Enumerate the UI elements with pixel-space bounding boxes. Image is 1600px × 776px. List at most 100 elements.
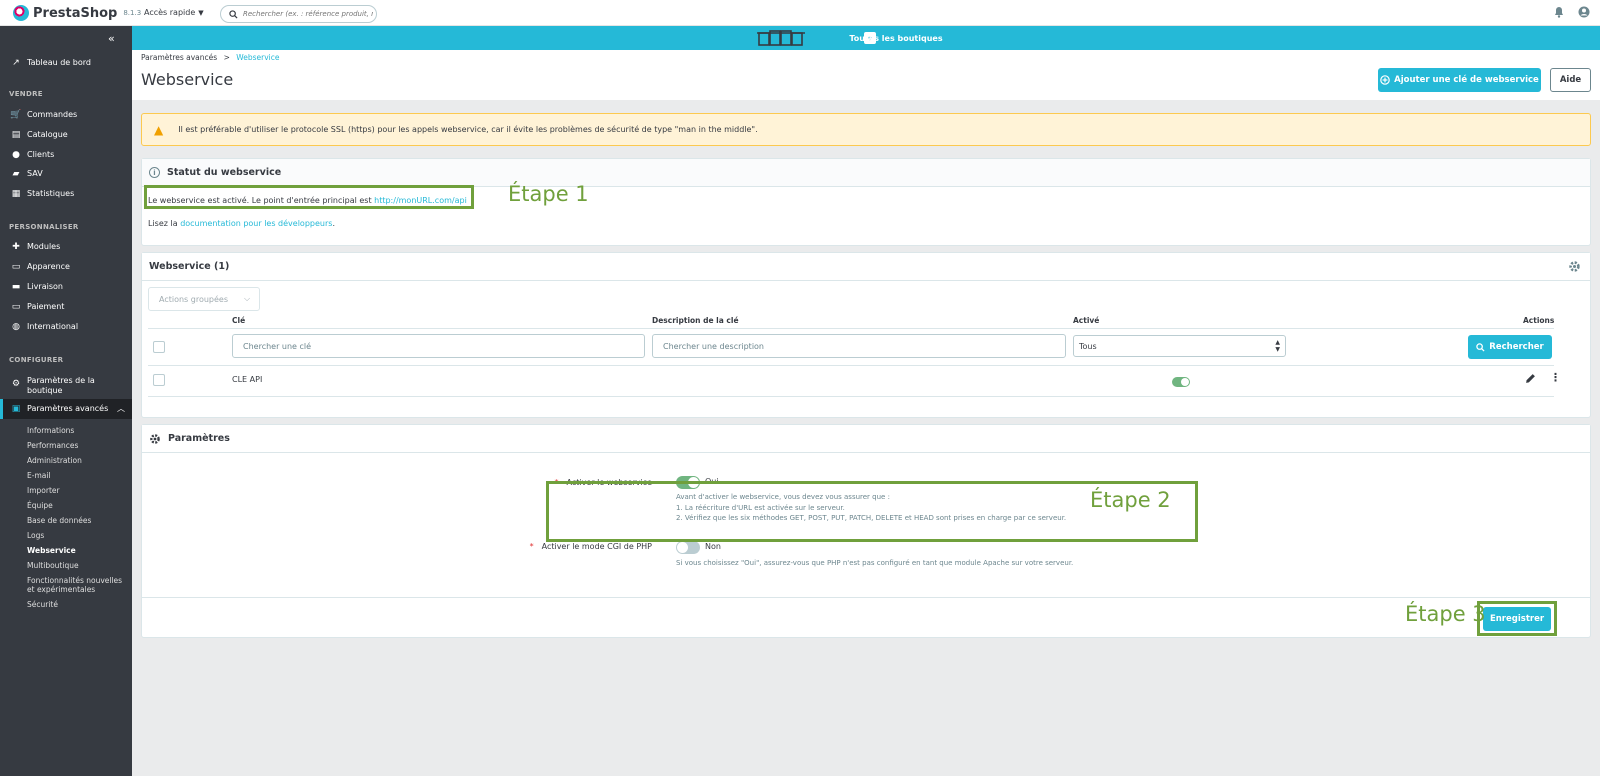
php-cgi-switch[interactable]	[676, 541, 700, 554]
filter-active-select[interactable]: Tous ▲ ▼	[1073, 335, 1286, 357]
warning-icon: ▲	[154, 122, 164, 137]
desktop-icon: ▭	[11, 262, 21, 272]
row-checkbox[interactable]	[153, 374, 165, 386]
sidebar-item-customer-service[interactable]: ▰ SAV	[10, 169, 130, 179]
sidebar-sub-team[interactable]: Équipe	[27, 501, 127, 510]
php-cgi-value: Non	[705, 542, 721, 551]
switch-knob	[677, 542, 688, 553]
puzzle-icon: ✚	[12, 242, 20, 252]
sidebar-sub-informations[interactable]: Informations	[27, 426, 127, 435]
column-header-active[interactable]: Activé	[1073, 316, 1099, 325]
sidebar-sub-logs[interactable]: Logs	[27, 531, 127, 540]
sidebar-section-sell: VENDRE	[9, 90, 43, 98]
search-icon	[1476, 342, 1485, 352]
card-header: i Statut du webservice	[142, 159, 1590, 187]
sidebar-item-customers[interactable]: ● Clients	[10, 150, 130, 160]
search-button[interactable]: Rechercher	[1468, 335, 1552, 359]
add-webservice-key-label: Ajouter une clé de webservice	[1394, 75, 1539, 85]
help-button[interactable]: Aide	[1550, 68, 1591, 92]
sidebar-sub-administration[interactable]: Administration	[27, 456, 127, 465]
search-box[interactable]	[220, 5, 377, 23]
sidebar-item-dashboard[interactable]: ↗ Tableau de bord	[10, 58, 130, 68]
user-account-icon[interactable]	[1578, 6, 1590, 18]
column-header-actions: Actions	[1523, 316, 1555, 325]
account-circle-icon: ●	[12, 150, 20, 160]
sidebar-sub-database[interactable]: Base de données	[27, 516, 127, 525]
search-button-label: Rechercher	[1489, 342, 1544, 352]
sidebar-item-catalog[interactable]: ▤ Catalogue	[10, 130, 130, 140]
sidebar-item-label: International	[27, 322, 79, 331]
select-all-checkbox[interactable]	[153, 341, 165, 353]
filter-description-input[interactable]: Chercher une description	[652, 334, 1066, 358]
caret-down-icon: ▼	[198, 9, 204, 17]
gear-icon[interactable]	[1568, 260, 1581, 273]
row-active-toggle[interactable]	[1172, 377, 1190, 387]
docs-text: Lisez la	[148, 219, 181, 228]
breadcrumb-current[interactable]: Webservice	[236, 53, 279, 62]
webservice-list-card: Webservice (1) Actions groupées ⌵ Clé Des…	[141, 252, 1591, 418]
shop-context-label: Toutes les boutiques	[849, 33, 943, 43]
sidebar-item-modules[interactable]: ✚ Modules	[10, 242, 130, 252]
sidebar-sub-multistore[interactable]: Multiboutique	[27, 561, 127, 570]
php-cgi-help: Si vous choisissez "Oui", assurez-vous q…	[676, 559, 1074, 567]
filter-key-input[interactable]: Chercher une clé	[232, 334, 645, 358]
breadcrumb-parent[interactable]: Paramètres avancés	[141, 53, 217, 62]
sidebar-section-customize: PERSONNALISER	[9, 223, 79, 231]
quick-access-menu[interactable]: Accès rapide ▼	[144, 8, 204, 17]
globe-icon: ◍	[12, 322, 20, 332]
search-input[interactable]	[243, 10, 373, 18]
bulk-actions-dropdown[interactable]: Actions groupées ⌵	[148, 287, 260, 311]
sidebar-item-label: Apparence	[27, 262, 70, 271]
row-key: CLE API	[232, 375, 263, 384]
active-indicator	[0, 399, 3, 419]
sidebar-item-shipping[interactable]: ▬ Livraison	[10, 282, 130, 292]
sidebar-item-appearance[interactable]: ▭ Apparence	[10, 262, 130, 272]
trending-up-icon: ↗	[12, 58, 20, 68]
developer-docs-link[interactable]: documentation pour les développeurs	[180, 219, 332, 228]
add-circle-icon	[1380, 75, 1390, 85]
select-arrows-icon: ▲ ▼	[1275, 339, 1280, 353]
brand-name: PrestaShop	[33, 5, 118, 21]
sidebar-sub-security[interactable]: Sécurité	[27, 600, 127, 609]
card-header: Paramètres	[142, 425, 1590, 453]
alert-text: Il est préférable d'utiliser le protocol…	[178, 125, 758, 134]
gear-icon: ⚙	[11, 379, 21, 389]
sidebar-item-advanced-parameters[interactable]: ▣ Paramètres avancés ︿	[0, 399, 132, 419]
sidebar-sub-import[interactable]: Importer	[27, 486, 127, 495]
divider	[142, 597, 1590, 598]
sidebar-item-international[interactable]: ◍ International	[10, 322, 130, 332]
prestashop-logo[interactable]: PrestaShop 8.1.3	[13, 5, 141, 21]
sidebar-sub-email[interactable]: E-mail	[27, 471, 127, 480]
sidebar-item-label: Catalogue	[27, 130, 68, 139]
more-vertical-icon[interactable]: ⋮	[1550, 371, 1561, 384]
store-icon: ▤	[11, 130, 21, 140]
sidebar-item-label: Tableau de bord	[27, 58, 91, 67]
stores-icon	[757, 30, 805, 46]
sidebar-section-configure: CONFIGURER	[9, 356, 64, 364]
divider	[148, 396, 1554, 397]
sidebar-item-stats[interactable]: ▦ Statistiques	[10, 189, 130, 199]
bar-chart-icon: ▦	[11, 189, 21, 199]
step3-annotation: Étape 3	[1405, 602, 1486, 626]
sidebar-sub-new-features[interactable]: Fonctionnalités nouvelles et expérimenta…	[27, 576, 127, 594]
sidebar: « ↗ Tableau de bord VENDRE 🛒 Commandes ▤ Ca…	[0, 26, 132, 776]
edit-pencil-icon[interactable]	[1525, 373, 1536, 384]
sidebar-sub-performances[interactable]: Performances	[27, 441, 127, 450]
credit-card-icon: ▭	[11, 302, 21, 312]
shop-context-bar[interactable]: Toutes les boutiques ▾	[132, 26, 1600, 50]
sidebar-item-orders[interactable]: 🛒 Commandes	[10, 110, 130, 120]
sidebar-item-shop-parameters[interactable]: ⚙ Paramètres de la boutique	[10, 376, 130, 396]
php-cgi-label: * Activer le mode CGI de PHP	[482, 542, 652, 551]
divider	[148, 328, 1554, 329]
column-header-key[interactable]: Clé	[232, 316, 245, 325]
sidebar-sub-webservice[interactable]: Webservice	[27, 546, 127, 555]
add-webservice-key-button[interactable]: Ajouter une clé de webservice	[1378, 68, 1541, 92]
sidebar-item-payment[interactable]: ▭ Paiement	[10, 302, 130, 312]
column-header-description[interactable]: Description de la clé	[652, 316, 739, 325]
docs-end: .	[332, 219, 335, 228]
php-cgi-label-text: Activer le mode CGI de PHP	[541, 542, 652, 551]
bell-icon[interactable]	[1553, 6, 1565, 18]
page-title: Webservice	[141, 70, 234, 89]
collapse-sidebar-icon[interactable]: «	[108, 32, 115, 45]
breadcrumb: Paramètres avancés > Webservice	[141, 53, 279, 62]
